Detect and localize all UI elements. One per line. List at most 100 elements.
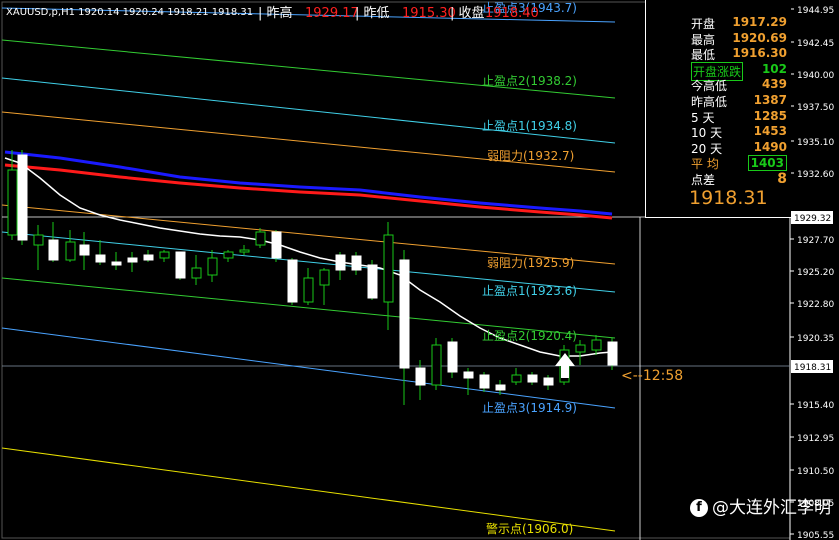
info-row-value: 1285: [753, 108, 787, 123]
info-row: 平 均 1403: [691, 155, 787, 172]
info-row-value: 1490: [753, 139, 787, 154]
info-row-value: 1453: [753, 124, 787, 139]
candle-body: [127, 257, 138, 263]
candle-body: [335, 254, 346, 271]
candle-body: [95, 254, 106, 263]
candle-body: [399, 259, 410, 369]
info-row-value: 1917.29: [732, 15, 787, 29]
candle-body: [607, 341, 618, 366]
y-axis-tick-label: 1932.60: [797, 170, 834, 180]
candle-body: [79, 244, 90, 256]
level-line-tp2-up: [1, 39, 616, 99]
info-row: 开盘 1917.29: [691, 15, 787, 32]
candle-body: [239, 249, 250, 253]
y-axis-tick-label: 1910.50: [797, 467, 834, 477]
level-label-tp3-down: 止盈点3(1914.9): [482, 401, 577, 415]
candle-body: [511, 374, 522, 383]
level-label-tp2-down: 止盈点2(1920.4): [482, 329, 577, 343]
y-axis-tick-label: 1942.45: [797, 39, 834, 49]
y-axis-tick-label: 1944.95: [797, 6, 834, 16]
candle-body: [48, 239, 59, 261]
y-axis-tick-label: 1905.55: [797, 531, 834, 540]
candle-body: [431, 344, 442, 386]
candle-body: [159, 251, 170, 259]
info-row-value: 1387: [753, 93, 787, 107]
y-axis-tick-label: 1922.80: [797, 300, 834, 310]
info-row: 今高低 439: [691, 77, 787, 94]
candle-body: [415, 367, 426, 386]
price-marker-bid-label: 1918.31: [794, 363, 831, 373]
candle-body: [65, 241, 76, 261]
level-label-warning: 警示点(1906.0): [486, 521, 573, 536]
info-row-label: 昨高低: [691, 95, 728, 109]
header-label-yhigh: | 昨高: [258, 5, 293, 21]
candle-body: [463, 371, 474, 379]
candle-body: [271, 231, 282, 259]
y-axis-tick-label: 1940.00: [797, 71, 834, 81]
info-row-label: 10 天: [691, 126, 723, 141]
info-row-value: 439: [761, 77, 787, 92]
candle-body: [33, 234, 44, 246]
candle-body: [367, 264, 378, 299]
watermark: f @大连外汇李明: [690, 493, 831, 518]
price-marker-crosshair-label: 1929.32: [794, 214, 831, 224]
y-axis-tick-label: 1927.70: [797, 236, 834, 246]
level-line-warning: [1, 447, 616, 532]
level-label-res-up: 弱阻力(1932.7): [487, 149, 574, 163]
header-value-close: 1918.40: [485, 6, 539, 21]
header-value-yhigh: 1929.17: [305, 6, 359, 21]
info-row-value: 1920.69: [732, 30, 787, 45]
candle-body: [447, 341, 458, 373]
info-row: 20 天 1490: [691, 140, 787, 157]
header-value-ylow: 1915.30: [402, 6, 456, 21]
candle-body: [143, 254, 154, 261]
info-row-label: 点差: [691, 173, 716, 187]
watermark-text: @大连外汇李明: [712, 498, 831, 518]
y-axis-tick-label: 1920.35: [797, 334, 834, 344]
header-label-close: | 收盘: [450, 5, 485, 21]
info-row-label: 开盘: [691, 17, 716, 31]
y-axis-tick-label: 1912.95: [797, 434, 834, 444]
candle-body: [495, 384, 506, 391]
info-row-label: 平 均: [691, 157, 719, 172]
level-label-tp1-down: 止盈点1(1923.6): [482, 284, 577, 298]
y-axis-tick-label: 1925.20: [797, 268, 834, 278]
level-label-res-down: 弱阻力(1925.9): [487, 256, 574, 270]
candle-body: [191, 267, 202, 279]
y-axis[interactable]: 1944.95 1942.45 1940.00 1937.50 1935.10 1932.…: [790, 6, 834, 540]
info-row-value: 1916.30: [732, 46, 787, 61]
y-axis-tick-label: 1937.50: [797, 103, 834, 113]
big-price: 1918.31: [689, 187, 768, 209]
candle-body: [207, 257, 218, 276]
y-axis-tick-label: 1915.40: [797, 401, 834, 411]
level-label-tp2-up: 止盈点2(1938.2): [482, 74, 577, 88]
info-row-label: 最低: [691, 48, 716, 63]
candle-body: [383, 234, 394, 303]
symbol-info: XAUUSD,p,H1 1920.14 1920.24 1918.21 1918…: [6, 7, 253, 18]
info-row: 最高 1920.69: [691, 31, 787, 48]
info-row-value: 102: [761, 61, 787, 76]
header-label-ylow: | 昨低: [355, 6, 390, 21]
candle-body: [223, 251, 234, 259]
candle-body: [111, 261, 122, 266]
info-panel: 开盘 1917.29 最高 1920.69 最低 1916.30 开盘涨跌 102 今高低 439…: [645, 0, 791, 218]
candle-body: [479, 374, 490, 389]
info-row-label: 最高: [691, 32, 716, 47]
info-row-value: 1403: [747, 155, 787, 172]
candle-body: [575, 344, 586, 353]
candle-body: [319, 269, 330, 286]
candle-body: [527, 374, 538, 383]
y-axis-tick-label: 1935.10: [797, 138, 834, 148]
info-row-label: 今高低: [691, 79, 728, 94]
bar-countdown: <--12:58: [621, 368, 683, 384]
info-row: 开盘涨跌 102: [691, 61, 787, 81]
candle-body: [351, 255, 362, 271]
info-row: 昨高低 1387: [691, 93, 787, 110]
info-row-label: 20 天: [691, 141, 723, 156]
info-row: 最低 1916.30: [691, 46, 787, 63]
watermark-logo-icon: f: [690, 499, 708, 517]
level-label-tp1-up: 止盈点1(1934.8): [482, 119, 577, 133]
info-row-label: 5 天: [691, 110, 715, 125]
candle-body: [543, 377, 554, 386]
info-row: 10 天 1453: [691, 124, 787, 141]
